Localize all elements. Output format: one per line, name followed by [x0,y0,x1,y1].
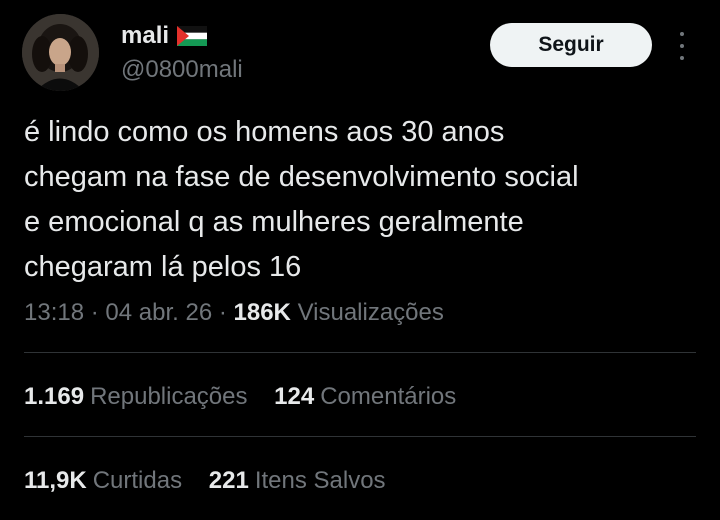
likes-label: Curtidas [92,467,183,494]
tweet-text-line: chegaram lá pelos 16 [24,251,302,283]
tweet-text-line: e emocional q as mulheres geralmente [24,206,524,238]
meta-separator: · [218,299,227,326]
bookmarks-count: 221 [208,467,249,494]
tweet-date[interactable]: 04 abr. 26 [105,299,212,326]
meta-separator: · [90,299,99,326]
follow-button[interactable]: Seguir [490,23,652,67]
more-vertical-icon[interactable] [670,32,694,60]
bookmarks-label: Itens Salvos [254,467,386,494]
reposts-stat[interactable]: 1.169 Republicações [24,380,248,414]
reposts-count: 1.169 [24,383,85,410]
divider [24,352,696,353]
author-display-name[interactable]: mali [121,22,169,50]
comments-count: 124 [274,383,315,410]
stats-row-saves: 11,9K Curtidas 221 Itens Salvos [24,464,406,498]
likes-count: 11,9K [24,467,87,494]
author-name-row: mali [121,22,208,50]
divider [24,436,696,437]
stats-row-engagement: 1.169 Republicações 124 Comentários [24,380,476,414]
tweet-container: mali @0800mali Seguir é lindo como os ho… [0,0,720,520]
comments-label: Comentários [320,383,457,410]
bookmarks-stat[interactable]: 221 Itens Salvos [209,464,386,498]
avatar[interactable] [22,14,99,91]
tweet-meta: 13:18 · 04 abr. 26 · 186K Visualizações [24,295,444,331]
author-handle[interactable]: @0800mali [121,55,243,85]
likes-stat[interactable]: 11,9K Curtidas [24,464,182,498]
tweet-time[interactable]: 13:18 [24,299,84,326]
reposts-label: Republicações [90,383,248,410]
tweet-text: é lindo como os homens aos 30 anos chega… [24,110,704,290]
palestine-flag-icon [177,26,208,46]
views-label: Visualizações [297,299,444,326]
tweet-text-line: é lindo como os homens aos 30 anos [24,116,505,148]
tweet-text-line: chegam na fase de desenvolvimento social [24,161,579,193]
views-count: 186K [233,299,291,326]
comments-stat[interactable]: 124 Comentários [274,380,456,414]
avatar-image [22,14,99,91]
